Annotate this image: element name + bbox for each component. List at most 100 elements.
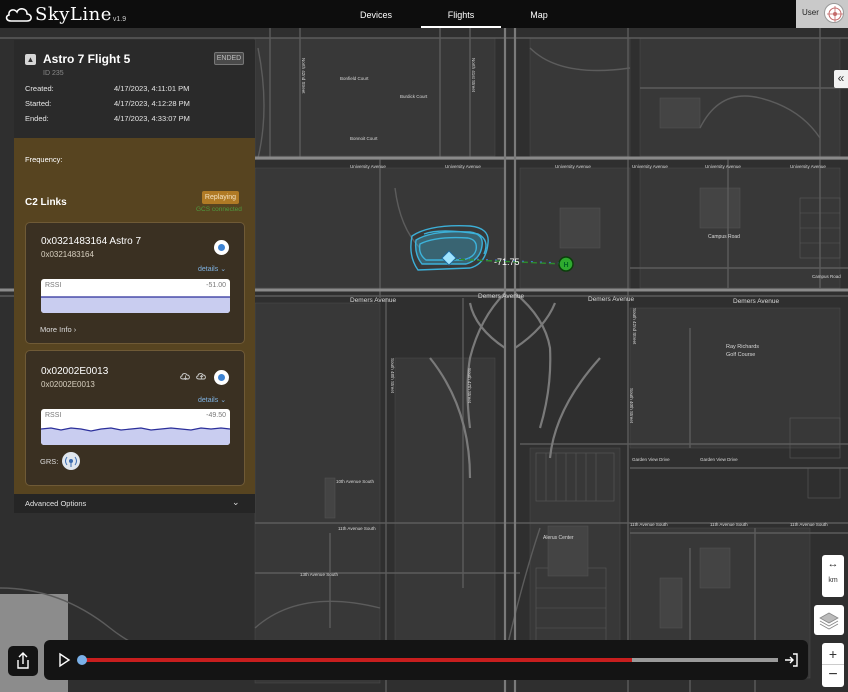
- rssi-label: RSSI: [45, 412, 62, 419]
- c2-link-card: 0x02002E0013 0x02002E0013 details ⌄ RSSI…: [25, 350, 245, 486]
- rssi-label: RSSI: [45, 282, 62, 289]
- details-toggle[interactable]: details ⌄: [198, 265, 226, 273]
- link-sub-id: 0x02002E0013: [41, 380, 95, 389]
- label-11th-avenue-south-4: 11th Avenue South: [338, 526, 376, 531]
- flight-title: Astro 7 Flight 5: [43, 52, 131, 66]
- label-garden-view-drive-1: Garden View Drive: [632, 457, 670, 462]
- app-version: v1.9: [112, 16, 127, 23]
- zoom-out-button[interactable]: −: [822, 665, 844, 687]
- user-label: User: [802, 8, 819, 17]
- antenna-icon[interactable]: [62, 452, 80, 470]
- rssi-chart: RSSI -49.50: [41, 409, 230, 445]
- link-sub-id: 0x0321483164: [41, 250, 94, 259]
- flight-id: ID 235: [43, 70, 64, 77]
- label-university-avenue-4: University Avenue: [632, 164, 668, 169]
- c2-link-card: 0x0321483164 Astro 7 0x0321483164 detail…: [25, 222, 245, 344]
- label-south-40th-street: South 40th Street: [629, 388, 634, 424]
- tab-devices[interactable]: Devices: [350, 0, 402, 28]
- label-ray-richards: Ray Richards: [726, 344, 759, 350]
- c2-links-title: C2 Links: [25, 197, 67, 208]
- layers-icon: [819, 612, 839, 630]
- label-university-avenue-6: University Avenue: [790, 164, 826, 169]
- collapse-panel-button[interactable]: «: [834, 70, 848, 88]
- flight-panel: ▲ Astro 7 Flight 5 ENDED ID 235 Created:…: [14, 40, 255, 513]
- label-university-avenue-2: University Avenue: [445, 164, 481, 169]
- share-icon: [17, 652, 29, 669]
- zoom-in-button[interactable]: +: [822, 643, 844, 665]
- link-select-toggle[interactable]: [214, 370, 229, 385]
- label-burdick-court: Burdick Court: [400, 94, 428, 99]
- created-value: 4/17/2023, 4:11:01 PM: [114, 84, 190, 93]
- advanced-options-label: Advanced Options: [25, 499, 87, 508]
- rssi-sparkline: [41, 427, 230, 445]
- label-university-avenue-3: University Avenue: [555, 164, 591, 169]
- playback-bar: [44, 640, 808, 680]
- user-menu[interactable]: User: [796, 0, 848, 28]
- chevron-down-icon: ⌄: [220, 266, 227, 273]
- distance-label: -71.75: [494, 257, 520, 267]
- playback-progress-fill: [82, 658, 632, 662]
- tab-map[interactable]: Map: [520, 0, 558, 28]
- rssi-value: -49.50: [206, 412, 226, 419]
- label-11th-avenue-south-3: 11th Avenue South: [790, 522, 828, 527]
- label-garden-view-drive-2: Garden View Drive: [700, 457, 738, 462]
- gcs-status: GCS connected: [196, 206, 242, 213]
- started-label: Started:: [25, 99, 52, 108]
- cloud-logo-icon: [5, 8, 32, 22]
- playback-scrubber-handle[interactable]: [77, 655, 87, 665]
- label-alerus-center: Alerus Center: [543, 535, 574, 541]
- label-13th-avenue-south: 13th Avenue South: [300, 572, 338, 577]
- label-south-47th-street: South 47th Street: [467, 368, 472, 404]
- rssi-value: -51.00: [206, 282, 226, 289]
- rssi-chart: RSSI -51.00: [41, 279, 230, 313]
- scale-toggle-button[interactable]: ↔ km: [822, 555, 844, 597]
- chevron-down-icon: ⌄: [220, 397, 227, 404]
- exit-replay-button[interactable]: [782, 651, 800, 669]
- link-id: 0x02002E0013: [41, 366, 109, 377]
- play-icon: [59, 652, 71, 668]
- scale-unit-label: km: [828, 577, 838, 584]
- more-info-label: More Info: [40, 325, 72, 334]
- details-toggle[interactable]: details ⌄: [198, 396, 226, 404]
- exit-icon: [785, 653, 798, 667]
- cloud-upload-icon: [196, 373, 206, 380]
- ended-label: Ended:: [25, 114, 49, 123]
- c2-links-section: Frequency: C2 Links Replaying GCS connec…: [14, 138, 255, 494]
- label-bonnoit-court: Bonnoit Court: [350, 136, 378, 141]
- status-badge: ENDED: [214, 52, 244, 65]
- more-info-link[interactable]: More Info ›: [40, 325, 76, 334]
- logo-text: SkyLine: [35, 4, 112, 25]
- layers-button[interactable]: [814, 605, 844, 635]
- playback-track[interactable]: [77, 655, 778, 665]
- collapse-flight-button[interactable]: ▲: [25, 54, 36, 65]
- home-marker-label: H: [563, 262, 568, 269]
- chevron-right-icon: ›: [73, 325, 77, 334]
- advanced-options-toggle[interactable]: Advanced Options ⌄: [14, 494, 255, 513]
- created-label: Created:: [25, 84, 54, 93]
- label-campus-road-2: Campus Road: [812, 274, 841, 279]
- link-select-toggle[interactable]: [214, 240, 229, 255]
- label-north-41st-street: North 41st Street: [471, 58, 476, 93]
- details-label: details: [198, 266, 219, 273]
- label-11th-avenue-south-2: 11th Avenue South: [710, 522, 748, 527]
- cloud-download-icon: [180, 373, 190, 381]
- skyline-logo: SkyLine v1.9: [4, 3, 126, 25]
- details-label: details: [198, 397, 219, 404]
- chevron-down-icon: ⌄: [232, 497, 240, 507]
- user-avatar-icon[interactable]: [824, 3, 844, 23]
- label-south-42nd-street: South 42nd Street: [632, 308, 637, 345]
- label-demers-avenue-1: Demers Avenue: [350, 297, 397, 304]
- ended-value: 4/17/2023, 4:33:07 PM: [114, 114, 190, 123]
- started-value: 4/17/2023, 4:12:28 PM: [114, 99, 190, 108]
- share-button[interactable]: [8, 646, 38, 676]
- play-button[interactable]: [56, 652, 72, 668]
- tab-flights[interactable]: Flights: [421, 0, 501, 28]
- top-bar: SkyLine v1.9 Devices Flights Map User: [0, 0, 848, 28]
- grs-label: GRS:: [40, 457, 59, 466]
- label-bonfield-court: Bonfield Court: [340, 76, 369, 81]
- label-11th-avenue-south-1: 11th Avenue South: [630, 522, 668, 527]
- label-university-avenue-5: University Avenue: [705, 164, 741, 169]
- frequency-label: Frequency:: [25, 155, 63, 164]
- label-north-42nd-street: North 42nd Street: [301, 58, 306, 94]
- double-arrow-icon: ↔: [827, 558, 839, 570]
